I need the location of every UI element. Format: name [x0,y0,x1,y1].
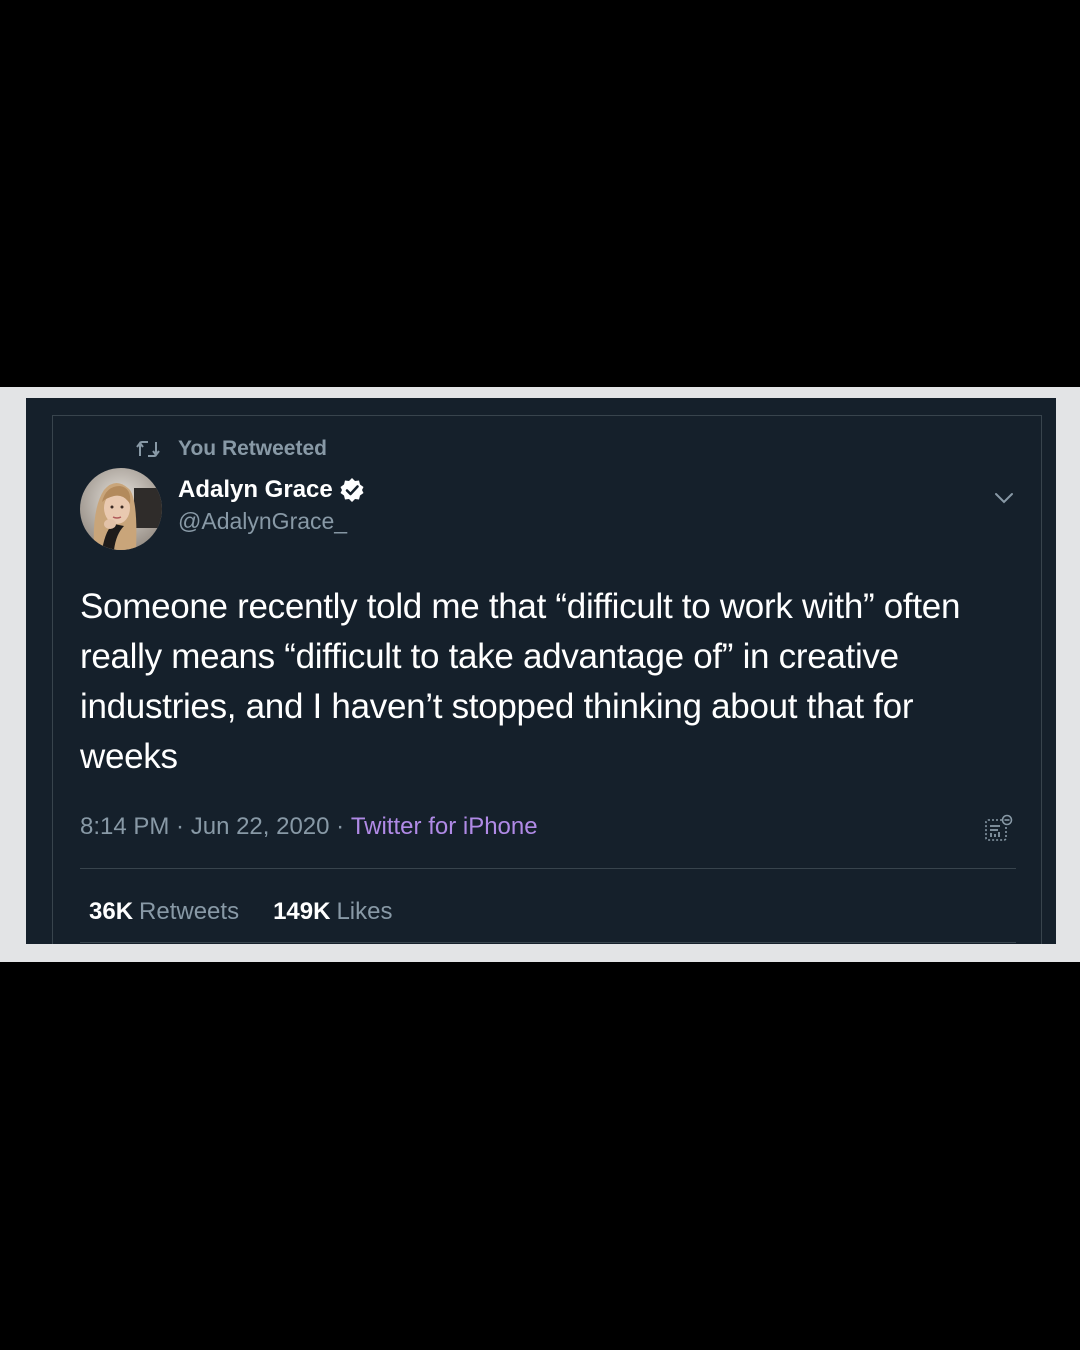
card-top-border [52,415,1042,416]
author-handle[interactable]: @AdalynGrace_ [178,508,347,535]
retweet-label[interactable]: You Retweeted [178,437,327,461]
tweet-text: Someone recently told me that “difficult… [80,587,961,776]
more-options-chevron-icon[interactable] [990,484,1018,512]
retweets-count: 36K [89,898,134,925]
likes-stat[interactable]: 149K Likes [273,898,392,926]
screenshot-frame: You Retweeted Adalyn Grace @AdalynGrace_… [0,387,1080,962]
meta-separator: · [169,813,191,840]
analytics-icon[interactable] [984,814,1014,844]
verified-badge-icon [339,477,365,503]
tweet-meta: 8:14 PM · Jun 22, 2020 · Twitter for iPh… [80,813,538,841]
stats-divider [80,868,1016,869]
card-left-border [52,415,53,944]
display-name[interactable]: Adalyn Grace [178,476,333,504]
tweet-date[interactable]: Jun 22, 2020 [191,813,330,841]
engagement-stats: 36K Retweets 149K Likes [89,898,392,926]
likes-count: 149K [273,898,331,925]
meta-separator: · [329,813,351,840]
card-right-border [1041,415,1042,944]
tweet-time[interactable]: 8:14 PM [80,813,169,841]
avatar[interactable] [80,468,162,550]
author-name-row[interactable]: Adalyn Grace [178,476,365,504]
retweets-stat[interactable]: 36K Retweets [89,898,239,926]
retweet-icon [136,439,160,459]
tweet-source-link[interactable]: Twitter for iPhone [351,813,538,841]
retweet-context: You Retweeted [136,436,327,462]
bottom-divider [80,942,1016,943]
tweet-card: You Retweeted Adalyn Grace @AdalynGrace_… [26,398,1056,944]
retweets-label: Retweets [139,898,240,925]
likes-label: Likes [336,898,393,925]
